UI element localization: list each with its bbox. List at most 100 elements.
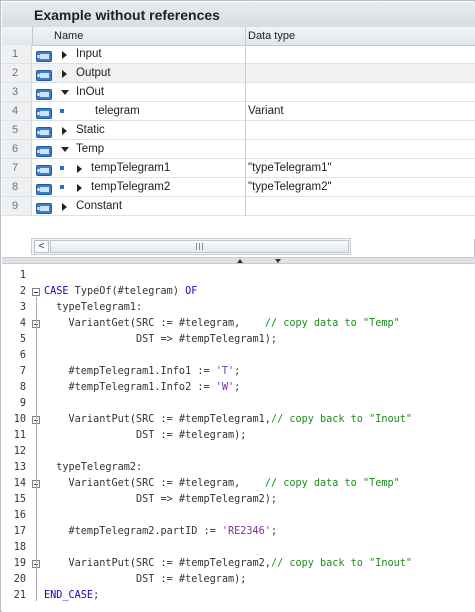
code-line[interactable]: 2 CASE TypeOf(#telegram) OF [2, 284, 475, 300]
row-name[interactable]: Static [76, 121, 105, 139]
table-row[interactable]: 1 Input [2, 45, 475, 64]
code-line[interactable]: 12 [2, 444, 475, 460]
table-row[interactable]: 9 Constant [2, 197, 475, 216]
table-header: Name Data type [2, 27, 475, 46]
line-number: 19 [13, 558, 26, 569]
row-number: 7 [2, 159, 32, 177]
header-divider[interactable] [245, 27, 246, 45]
grip-icon [202, 243, 203, 250]
code-line[interactable]: 10 VariantPut(SRC := #tempTelegram1,// c… [2, 412, 475, 428]
collapse-down-icon[interactable] [268, 258, 288, 263]
code-line[interactable]: 19 VariantPut(SRC := #tempTelegram2,// c… [2, 556, 475, 572]
table-row[interactable]: 2 Output [2, 64, 475, 83]
code-line[interactable]: 7 #tempTelegram1.Info1 := 'T'; [2, 364, 475, 380]
column-divider [245, 83, 246, 102]
table-row[interactable]: 3 InOut [2, 83, 475, 102]
parameter-icon [36, 163, 52, 176]
scroll-left-button[interactable]: < [34, 240, 49, 253]
row-name[interactable]: InOut [76, 83, 104, 101]
code-text[interactable]: CASE TypeOf(#telegram) OF [44, 284, 197, 300]
code-line[interactable]: 1 [2, 268, 475, 284]
row-name[interactable]: tempTelegram1 [91, 159, 170, 177]
expand-arrow-icon[interactable] [62, 70, 67, 78]
row-name[interactable]: tempTelegram2 [91, 178, 170, 196]
table-row[interactable]: 5 Static [2, 121, 475, 140]
column-divider [245, 159, 246, 178]
code-line[interactable]: 9 [2, 396, 475, 412]
row-name[interactable]: Constant [76, 197, 122, 215]
code-text[interactable]: DST => #tempTelegram2); [44, 492, 277, 508]
line-number: 8 [19, 382, 26, 393]
code-line[interactable]: 17 #tempTelegram2.partID := 'RE2346'; [2, 524, 475, 540]
code-line[interactable]: 16 [2, 508, 475, 524]
row-data-type[interactable]: "typeTelegram2" [248, 178, 332, 196]
scroll-thumb[interactable] [50, 240, 349, 253]
code-line[interactable]: 4 VariantGet(SRC := #telegram, // copy d… [2, 316, 475, 332]
code-text[interactable]: #tempTelegram1.Info2 := 'W'; [44, 380, 241, 396]
code-line[interactable]: 14 VariantGet(SRC := #telegram, // copy … [2, 476, 475, 492]
parameter-icon [36, 125, 52, 138]
expand-arrow-icon[interactable] [62, 127, 67, 135]
expand-arrow-icon[interactable] [62, 203, 67, 211]
code-line[interactable]: 11 DST := #telegram); [2, 428, 475, 444]
line-number: 15 [13, 494, 26, 505]
horizontal-scrollbar[interactable]: < [31, 238, 351, 255]
grip-icon [199, 243, 200, 250]
line-number: 20 [13, 574, 26, 585]
code-text[interactable]: DST => #tempTelegram1); [44, 332, 277, 348]
code-text[interactable]: VariantPut(SRC := #tempTelegram1,// copy… [44, 412, 412, 428]
expand-arrow-icon[interactable] [77, 184, 82, 192]
code-line[interactable]: 21 END_CASE; [2, 588, 475, 604]
code-text[interactable]: VariantGet(SRC := #telegram, // copy dat… [44, 476, 400, 492]
line-number: 21 [13, 590, 26, 601]
code-editor[interactable]: 1 2 CASE TypeOf(#telegram) OF 3 typeTelegra… [2, 264, 475, 612]
code-line[interactable]: 5 DST => #tempTelegram1); [2, 332, 475, 348]
code-line[interactable]: 8 #tempTelegram1.Info2 := 'W'; [2, 380, 475, 396]
column-divider [245, 45, 246, 64]
expand-arrow-icon[interactable] [62, 51, 67, 59]
row-number: 8 [2, 178, 32, 196]
code-line[interactable]: 13 typeTelegram2: [2, 460, 475, 476]
table-row[interactable]: 4 telegram Variant [2, 102, 475, 121]
pane-splitter[interactable] [2, 257, 475, 264]
code-text[interactable]: DST := #telegram); [44, 428, 246, 444]
column-header-name[interactable]: Name [54, 30, 83, 42]
code-text[interactable]: #tempTelegram1.Info1 := 'T'; [44, 364, 241, 380]
collapse-up-icon[interactable] [230, 258, 250, 263]
row-name[interactable]: telegram [95, 102, 140, 120]
column-header-data-type[interactable]: Data type [248, 30, 295, 42]
code-line[interactable]: 18 [2, 540, 475, 556]
code-text[interactable]: VariantPut(SRC := #tempTelegram2,// copy… [44, 556, 412, 572]
code-text[interactable]: typeTelegram1: [44, 300, 142, 316]
member-marker-icon [60, 185, 64, 189]
row-name[interactable]: Output [76, 64, 111, 82]
code-line[interactable]: 15 DST => #tempTelegram2); [2, 492, 475, 508]
row-name[interactable]: Input [76, 45, 102, 63]
table-row[interactable]: 6 Temp [2, 140, 475, 159]
collapse-arrow-icon[interactable] [61, 90, 69, 95]
row-data-type[interactable]: Variant [248, 102, 284, 120]
code-line[interactable]: 3 typeTelegram1: [2, 300, 475, 316]
table-row[interactable]: 7 tempTelegram1 "typeTelegram1" [2, 159, 475, 178]
line-number: 5 [19, 334, 26, 345]
fold-guide [36, 569, 37, 585]
fold-toggle-icon[interactable] [32, 288, 40, 296]
table-row[interactable]: 8 tempTelegram2 "typeTelegram2" [2, 178, 475, 197]
code-line[interactable]: 6 [2, 348, 475, 364]
code-text[interactable]: VariantGet(SRC := #telegram, // copy dat… [44, 316, 400, 332]
parameter-icon [36, 87, 52, 100]
code-text[interactable]: DST := #telegram); [44, 572, 246, 588]
code-text[interactable]: #tempTelegram2.partID := 'RE2346'; [44, 524, 278, 540]
code-text[interactable]: END_CASE; [44, 588, 99, 604]
code-line[interactable]: 20 DST := #telegram); [2, 572, 475, 588]
line-number: 6 [19, 350, 26, 361]
collapse-arrow-icon[interactable] [61, 147, 69, 152]
expand-arrow-icon[interactable] [77, 165, 82, 173]
column-divider [245, 64, 246, 83]
code-text[interactable]: typeTelegram2: [44, 460, 142, 476]
editor-panel: Example without references Name Data typ… [0, 0, 475, 612]
line-number: 17 [13, 526, 26, 537]
row-name[interactable]: Temp [76, 140, 104, 158]
column-divider [245, 197, 246, 216]
row-data-type[interactable]: "typeTelegram1" [248, 159, 332, 177]
